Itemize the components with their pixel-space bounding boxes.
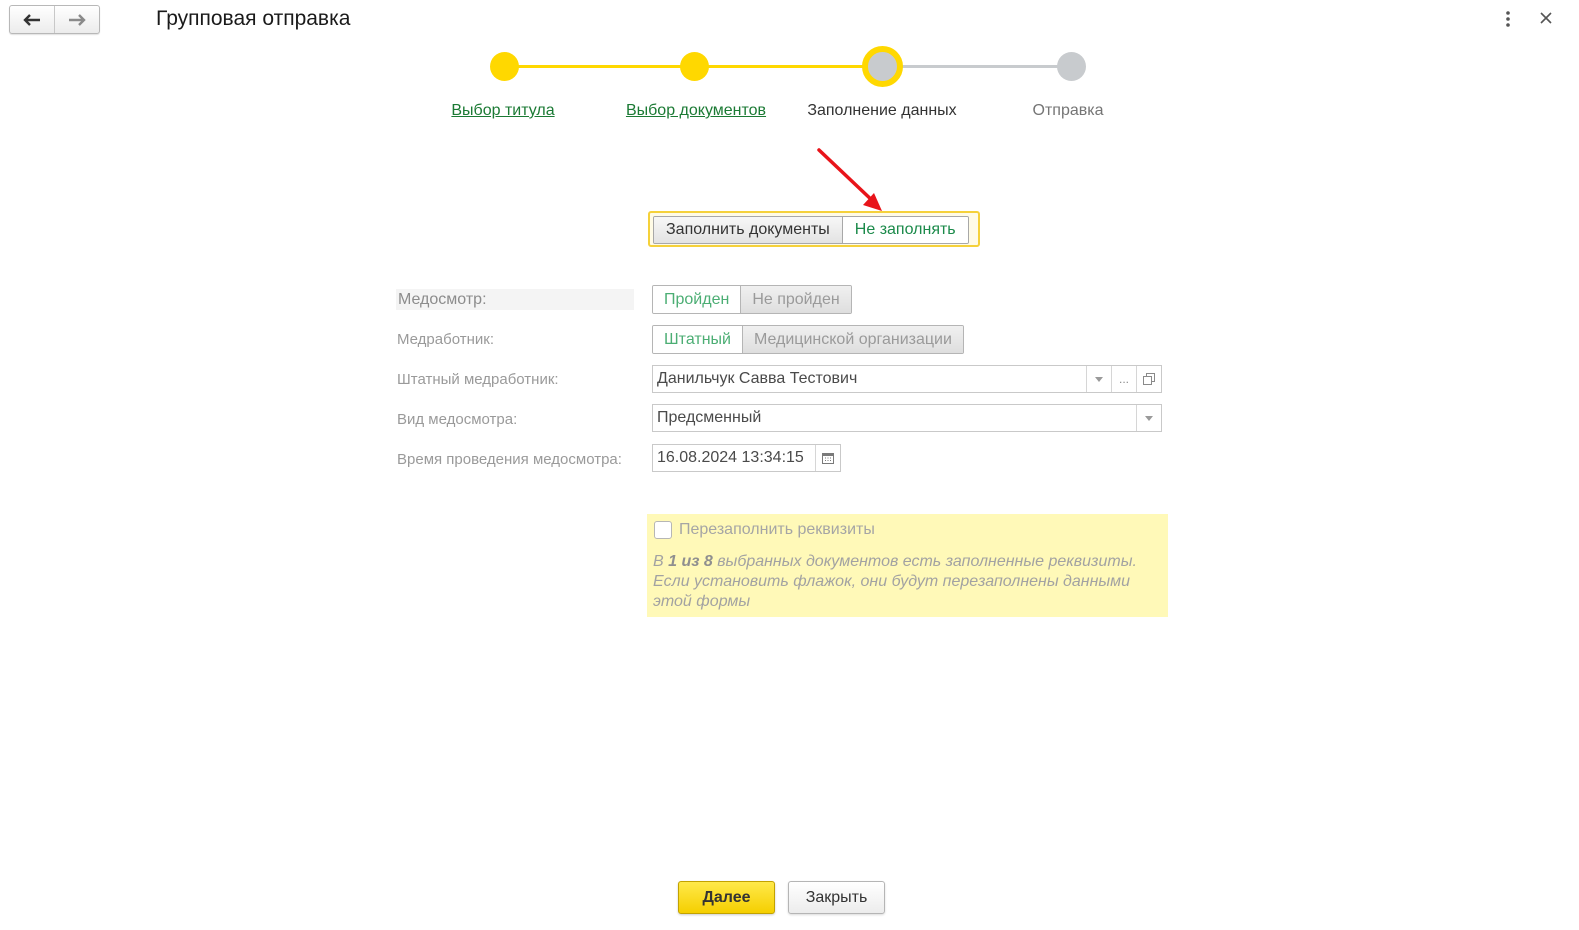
fill-mode-highlight: Заполнить документы Не заполнять	[648, 211, 980, 247]
staff-medworker-field[interactable]: Данильчук Савва Тестович ...	[652, 365, 1162, 393]
refill-note-count: 1 из 8	[668, 553, 713, 570]
refill-checkbox-label[interactable]: Перезаполнить реквизиты	[679, 521, 875, 539]
exam-time-value: 16.08.2024 13:34:15	[657, 449, 804, 466]
step-dot-documents[interactable]	[680, 52, 709, 81]
step-label-sending: Отправка	[1032, 102, 1104, 119]
exam-type-label: Вид медосмотра:	[397, 411, 518, 428]
exam-type-dropdown-button[interactable]	[1136, 405, 1161, 431]
refill-note-start: В	[653, 553, 669, 570]
step-label-title[interactable]: Выбор титула	[451, 102, 554, 120]
fill-documents-option[interactable]: Заполнить документы	[654, 217, 842, 243]
stepper-line-3	[882, 65, 1071, 68]
next-button[interactable]: Далее	[678, 881, 775, 914]
do-not-fill-option[interactable]: Не заполнять	[841, 217, 968, 243]
exam-time-field[interactable]: 16.08.2024 13:34:15	[652, 444, 841, 472]
close-button[interactable]: Закрыть	[788, 881, 885, 914]
refill-note: В 1 из 8 выбранных документов есть запол…	[653, 552, 1153, 612]
wizard-stepper: Выбор титула Выбор документов Заполнение…	[0, 0, 1579, 140]
calendar-button[interactable]	[815, 445, 840, 471]
stepper-line-2	[694, 65, 882, 68]
exam-type-value: Предсменный	[657, 409, 762, 426]
calendar-icon	[822, 453, 834, 464]
exam-type-field[interactable]: Предсменный	[652, 404, 1162, 432]
select-ellipsis-button[interactable]: ...	[1111, 366, 1136, 392]
chevron-down-icon	[1095, 376, 1103, 382]
step-dot-sending	[1057, 52, 1086, 81]
fill-mode-toggle: Заполнить документы Не заполнять	[653, 216, 969, 244]
dropdown-button[interactable]	[1086, 366, 1111, 392]
step-label-documents[interactable]: Выбор документов	[626, 102, 766, 120]
not-passed-option[interactable]: Не пройден	[740, 286, 851, 313]
medosmotr-label: Медосмотр:	[396, 289, 634, 310]
medworker-label: Медработник:	[397, 331, 494, 348]
open-item-button[interactable]	[1136, 366, 1161, 392]
step-dot-filling-current	[862, 46, 903, 87]
refill-note-end: выбранных документов есть заполненные ре…	[653, 553, 1137, 610]
refill-info-panel: Перезаполнить реквизиты В 1 из 8 выбранн…	[647, 514, 1168, 617]
step-dot-title[interactable]	[490, 52, 519, 81]
exam-time-label: Время проведения медосмотра:	[397, 451, 622, 468]
staff-medworker-label: Штатный медработник:	[397, 371, 559, 388]
passed-option[interactable]: Пройден	[653, 286, 741, 313]
open-window-icon	[1143, 373, 1155, 385]
refill-checkbox[interactable]	[654, 521, 672, 539]
staff-medworker-value: Данильчук Савва Тестович	[657, 370, 858, 387]
annotation-arrow-icon	[817, 148, 882, 211]
medworker-toggle: Штатный Медицинской организации	[652, 325, 964, 354]
stepper-line-1	[504, 65, 694, 68]
medical-organization-option[interactable]: Медицинской организации	[741, 326, 963, 353]
step-label-filling: Заполнение данных	[807, 102, 957, 119]
chevron-down-icon	[1145, 415, 1153, 421]
medosmotr-toggle: Пройден Не пройден	[652, 285, 852, 314]
staff-option[interactable]: Штатный	[653, 326, 742, 353]
